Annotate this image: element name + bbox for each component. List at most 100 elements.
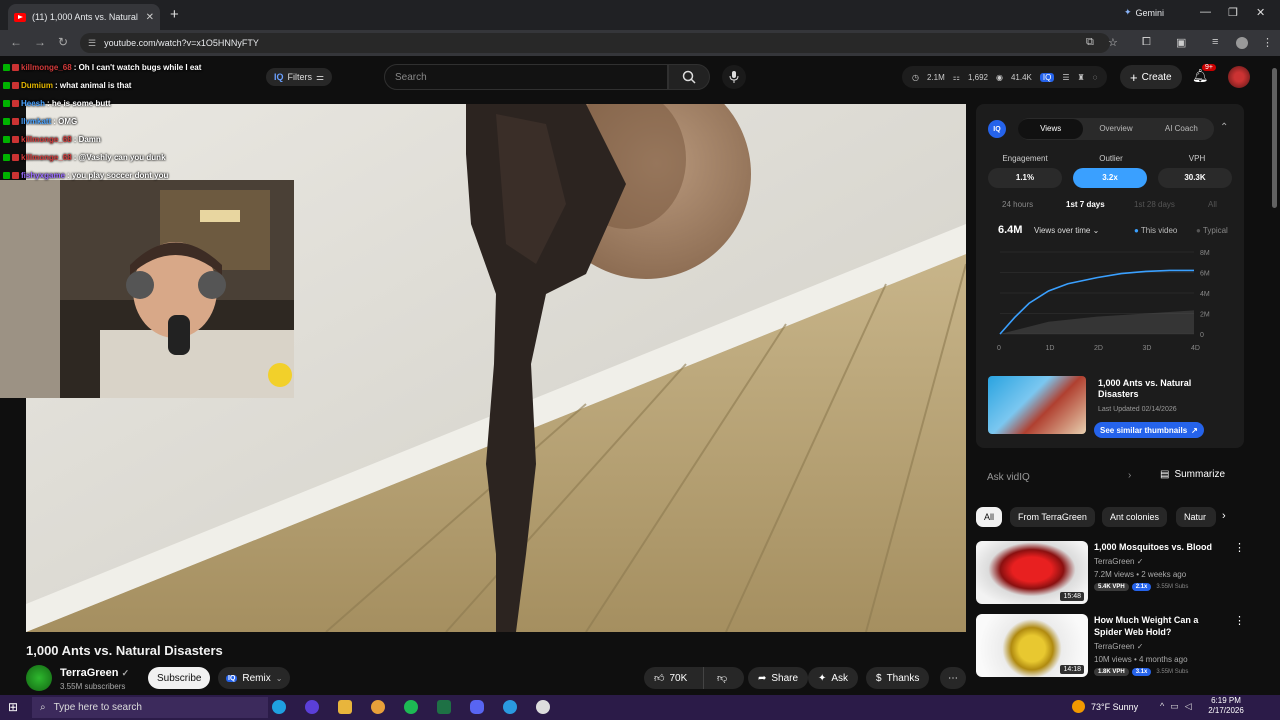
range-24-hours[interactable]: 24 hours xyxy=(1002,200,1033,209)
y-tick-label: 6M xyxy=(1200,271,1210,278)
related-title[interactable]: How Much Weight Can a Spider Web Hold? xyxy=(1094,614,1226,638)
network-icon[interactable]: ▭ xyxy=(1170,701,1179,712)
clock-time[interactable]: 6:19 PM xyxy=(1208,696,1244,705)
chevron-up-icon[interactable]: ^ xyxy=(1160,701,1164,712)
sidebar-icon[interactable]: ▣ xyxy=(1176,36,1186,49)
scrollbar-thumb[interactable] xyxy=(1272,68,1277,208)
range-first-7-days[interactable]: 1st 7 days xyxy=(1066,200,1105,209)
dislike-button[interactable]: 👎︎ xyxy=(709,672,727,684)
series-typical-area xyxy=(1000,310,1194,334)
close-tab-icon[interactable]: ✕ xyxy=(146,12,154,23)
chat-icon[interactable]: ◌ xyxy=(1093,73,1098,82)
page-scrollbar[interactable] xyxy=(1270,58,1280,688)
chevron-right-icon[interactable]: › xyxy=(1222,510,1226,522)
like-button[interactable]: 👍︎ 70K xyxy=(644,667,704,689)
channel-avatar[interactable] xyxy=(26,665,52,691)
vidiq-stats-bar[interactable]: ◷ 2.1M ⚏ 1,692 ◉ 41.4K IQ ☰ ♜ ◌ xyxy=(902,66,1108,88)
new-tab-icon[interactable]: + xyxy=(170,6,179,23)
vph-tag: 1.8K VPH xyxy=(1094,668,1129,676)
browser-menu-icon[interactable]: ⋮ xyxy=(1262,36,1273,49)
related-channel[interactable]: TerraGreen ✓ xyxy=(1094,557,1143,566)
more-actions-button[interactable]: ⋯ xyxy=(940,667,966,689)
collapse-panel-icon[interactable]: ⌃ xyxy=(1220,122,1228,133)
verified-icon: ✓ xyxy=(1136,642,1144,651)
tab-overview[interactable]: Overview xyxy=(1083,119,1148,139)
edge-icon[interactable] xyxy=(272,700,286,714)
subscribe-button[interactable]: Subscribe xyxy=(148,667,211,689)
tab-ai-coach[interactable]: AI Coach xyxy=(1149,119,1214,139)
chat-badge-icon xyxy=(12,63,19,71)
file-explorer-icon[interactable] xyxy=(338,700,352,714)
discord-icon[interactable] xyxy=(470,700,484,714)
video-duration: 14:18 xyxy=(1060,665,1084,674)
send-arrow-icon[interactable]: › xyxy=(1128,470,1131,481)
site-info-icon[interactable]: ☰ xyxy=(88,38,96,49)
taskbar-search-input[interactable]: ⌕ Type here to search xyxy=(32,697,268,718)
install-app-icon[interactable]: ⧉ xyxy=(1086,36,1094,49)
spotify-icon[interactable] xyxy=(404,700,418,714)
ask-button[interactable]: ✦ Ask xyxy=(808,667,859,689)
bookmark-star-icon[interactable]: ☆ xyxy=(1108,36,1118,49)
chip-ant-colonies[interactable]: Ant colonies xyxy=(1102,507,1168,527)
summarize-button[interactable]: ▤ Summarize xyxy=(1160,469,1225,480)
profile-avatar[interactable] xyxy=(1236,37,1248,49)
weather-widget[interactable]: 73°F Sunny xyxy=(1072,700,1138,713)
voice-search-button[interactable] xyxy=(722,65,746,89)
legend-this-label: This video xyxy=(1140,226,1178,235)
similar-label: See similar thumbnails xyxy=(1100,425,1188,435)
video-thumbnail[interactable] xyxy=(988,376,1086,434)
clock-date[interactable]: 2/17/2026 xyxy=(1204,706,1248,715)
excel-icon[interactable] xyxy=(437,700,451,714)
obs-icon[interactable] xyxy=(536,700,550,714)
reading-list-icon[interactable]: ≡ xyxy=(1212,36,1218,48)
forward-icon[interactable]: → xyxy=(34,35,46,49)
range-first-28-days[interactable]: 1st 28 days xyxy=(1134,200,1175,209)
volume-icon[interactable]: ◁ xyxy=(1185,701,1192,712)
steam-icon[interactable] xyxy=(503,700,517,714)
windows-start-icon[interactable]: ⊞ xyxy=(8,700,18,714)
ask-vidiq-input[interactable]: Ask vidIQ xyxy=(976,466,1148,488)
close-window-icon[interactable]: ✕ xyxy=(1256,6,1265,19)
url-field[interactable]: ☰ youtube.com/watch?v=x1O5HNNyFTY xyxy=(80,33,1110,53)
chip-all[interactable]: All xyxy=(976,507,1003,527)
chrome-icon[interactable] xyxy=(371,700,385,714)
vidiq-logo-icon: IQ xyxy=(988,120,1006,138)
vpn-icon[interactable] xyxy=(305,700,319,714)
search-button[interactable] xyxy=(668,64,710,90)
restore-icon[interactable]: ❐ xyxy=(1228,6,1238,19)
extensions-icon[interactable]: ⧠ xyxy=(1142,36,1151,49)
remix-button[interactable]: IQ Remix ⌄ xyxy=(218,667,291,689)
create-button[interactable]: + Create xyxy=(1120,65,1182,89)
related-thumbnail[interactable]: 14:18 xyxy=(976,614,1088,677)
range-all[interactable]: All xyxy=(1208,200,1217,209)
reload-icon[interactable]: ↻ xyxy=(58,35,68,49)
share-button[interactable]: ➦ Share xyxy=(748,667,809,689)
back-icon[interactable]: ← xyxy=(10,35,22,49)
more-vertical-icon[interactable]: ⋮ xyxy=(1234,614,1245,627)
metric-engagement[interactable]: 1.1% xyxy=(988,168,1062,188)
metric-outlier[interactable]: 3.2x xyxy=(1073,168,1147,188)
thanks-button[interactable]: $ Thanks xyxy=(866,667,930,689)
views-over-time-dropdown[interactable]: Views over time ⌄ xyxy=(1034,226,1099,235)
related-thumbnail[interactable]: 15:48 xyxy=(976,541,1088,604)
channel-name[interactable]: TerraGreen ✓ xyxy=(60,667,129,679)
chip-nature[interactable]: Natur xyxy=(1176,507,1216,527)
plus-icon: + xyxy=(1130,69,1138,85)
list-icon[interactable]: ☰ xyxy=(1062,73,1069,82)
related-channel[interactable]: TerraGreen ✓ xyxy=(1094,642,1143,651)
see-similar-thumbnails-button[interactable]: See similar thumbnails ↗ xyxy=(1094,422,1204,438)
trophy-icon[interactable]: ♜ xyxy=(1078,73,1085,82)
more-vertical-icon[interactable]: ⋮ xyxy=(1234,541,1245,554)
metric-vph[interactable]: 30.3K xyxy=(1158,168,1232,188)
chip-from-terragreen[interactable]: From TerraGreen xyxy=(1010,507,1095,527)
gemini-button[interactable]: ✦ Gemini xyxy=(1124,7,1164,18)
minimize-icon[interactable]: — xyxy=(1200,6,1211,18)
windows-taskbar: ⊞ ⌕ Type here to search 73°F Sunny ^ ▭ ◁… xyxy=(0,695,1280,720)
vidiq-badge-icon[interactable]: IQ xyxy=(1039,72,1055,82)
tab-views[interactable]: Views xyxy=(1018,119,1084,139)
account-avatar[interactable] xyxy=(1228,66,1250,88)
related-title[interactable]: 1,000 Mosquitoes vs. Blood xyxy=(1094,541,1226,553)
search-input[interactable]: Search xyxy=(384,64,668,90)
like-dislike-group: 👍︎ 70K 👎︎ xyxy=(644,667,744,689)
browser-tab[interactable]: (11) 1,000 Ants vs. Natural Disa ✕ xyxy=(8,4,160,30)
